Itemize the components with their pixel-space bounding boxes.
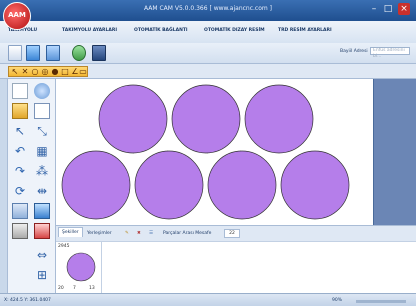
app-logo-text: AAM <box>8 11 26 19</box>
part-card[interactable]: 2945 20 7 13 <box>56 242 102 294</box>
address-label: Bayiil Adresi <box>340 49 368 54</box>
shape-tool-group: ↖ ✕ ○ ◎ ● □ ∠ ▭ <box>8 66 88 77</box>
menu-item-otomatik-dizay[interactable]: OTOMATİK DIZAY RESİM <box>204 28 265 33</box>
circle-tool-icon[interactable]: ○ <box>31 68 39 76</box>
close-icon[interactable]: × <box>398 3 410 15</box>
nested-circle-part[interactable] <box>207 150 277 220</box>
window-icon[interactable] <box>34 103 50 119</box>
delete-icon[interactable] <box>34 223 50 239</box>
remove-part-icon[interactable]: ✖ <box>134 229 144 238</box>
pointer-icon[interactable]: ↖ <box>12 123 28 139</box>
nested-circle-part[interactable] <box>134 150 204 220</box>
align-icon[interactable]: ⊞ <box>34 267 50 283</box>
target-tool-icon[interactable]: ◎ <box>41 68 49 76</box>
refresh-icon[interactable] <box>72 45 86 61</box>
tool-sidebar: ↖ ⤡ ↶ ▦ ↷ ⁂ ⟳ ⇹ ⇔ ⊞ <box>8 79 56 293</box>
nested-circle-part[interactable] <box>280 150 350 220</box>
spacing-value[interactable]: 22 <box>224 229 240 238</box>
left-edge <box>0 79 8 293</box>
address-input[interactable]: Enfüs adresini bi... <box>370 47 410 59</box>
cursor-coordinates: X: 424.5 Y: 361.0407 <box>4 298 51 303</box>
nest-icon[interactable] <box>34 203 50 219</box>
menu-item-trd-resim[interactable]: TRD RESİM AYARLARI <box>278 28 332 33</box>
zoom-slider[interactable] <box>356 300 406 303</box>
square-tool-icon[interactable]: □ <box>61 68 69 76</box>
rect-tool-icon[interactable]: ▭ <box>79 68 87 76</box>
app-logo[interactable]: AAM <box>3 2 31 30</box>
rotate-icon[interactable]: ⟳ <box>12 183 28 199</box>
nested-circle-part[interactable] <box>244 84 314 154</box>
edit-icon[interactable] <box>12 203 28 219</box>
part-qty-mid: 7 <box>73 286 76 291</box>
menu-bar: TAKIMYOLU TAKIMYOLU AYARLARI OTOMATİK BA… <box>0 21 416 57</box>
toolbar: Bayiil Adresi Enfüs adresini bi... <box>0 43 416 64</box>
link-icon[interactable]: ⇔ <box>34 247 50 263</box>
status-bar: X: 424.5 Y: 361.0407 90% <box>0 293 416 306</box>
mirror-icon[interactable]: ⇹ <box>34 183 50 199</box>
open-file-icon[interactable] <box>26 45 40 61</box>
tab-sekiller[interactable]: Şekiller <box>58 227 83 237</box>
drawing-canvas[interactable] <box>56 79 374 225</box>
part-list-panel: 2945 20 7 13 <box>56 241 416 294</box>
cross-tool-icon[interactable]: ✕ <box>21 68 29 76</box>
bottom-tab-bar: Şekiller Yerleşimler ✎ ✖ ☰ Parçalar Aras… <box>56 225 416 241</box>
nesting-layout <box>61 84 350 220</box>
menu-item-otomatik-baglanti[interactable]: OTOMATİK BAĞLANTI <box>134 28 188 33</box>
new-file-icon[interactable] <box>8 45 22 61</box>
angle-tool-icon[interactable]: ∠ <box>71 68 79 76</box>
grid-icon[interactable]: ▦ <box>34 143 50 159</box>
redo-icon[interactable]: ↷ <box>12 163 28 179</box>
title-bar: AAM CAM V5.0.0.366 [ www.ajancnc.com ] –… <box>0 0 416 21</box>
tab-yerlesimler[interactable]: Yerleşimler <box>84 229 115 238</box>
zoom-level[interactable]: 90% <box>332 298 342 303</box>
save-icon[interactable] <box>92 45 106 61</box>
undo-icon[interactable]: ↶ <box>12 143 28 159</box>
folder-icon[interactable] <box>12 103 28 119</box>
scale-icon[interactable]: ⤡ <box>34 123 50 139</box>
spacing-action-label: Parçalar Arası Mesafe <box>163 231 212 236</box>
nested-circle-part[interactable] <box>98 84 168 154</box>
print-icon[interactable] <box>12 223 28 239</box>
list-icon[interactable]: ☰ <box>146 229 156 238</box>
dot-tool-icon[interactable]: ● <box>51 68 59 76</box>
minimize-icon[interactable]: – <box>368 3 380 15</box>
shape-toolbar: ↖ ✕ ○ ◎ ● □ ∠ ▭ <box>0 64 416 79</box>
part-qty-left: 20 <box>58 286 64 291</box>
move-icon[interactable] <box>34 83 50 99</box>
maximize-icon[interactable]: □ <box>382 3 394 15</box>
window-title: AAM CAM V5.0.0.366 [ www.ajancnc.com ] <box>144 5 272 12</box>
nested-circle-part[interactable] <box>61 150 131 220</box>
part-qty-right: 13 <box>89 286 95 291</box>
add-part-icon[interactable]: ✎ <box>122 229 132 238</box>
layers-icon[interactable] <box>46 45 60 61</box>
page-icon[interactable] <box>12 83 28 99</box>
nested-circle-part[interactable] <box>171 84 241 154</box>
arrow-tool-icon[interactable]: ↖ <box>11 68 19 76</box>
menu-item-takimyolu-ayarlari[interactable]: TAKIMYOLU AYARLARI <box>62 28 117 33</box>
array-icon[interactable]: ⁂ <box>34 163 50 179</box>
